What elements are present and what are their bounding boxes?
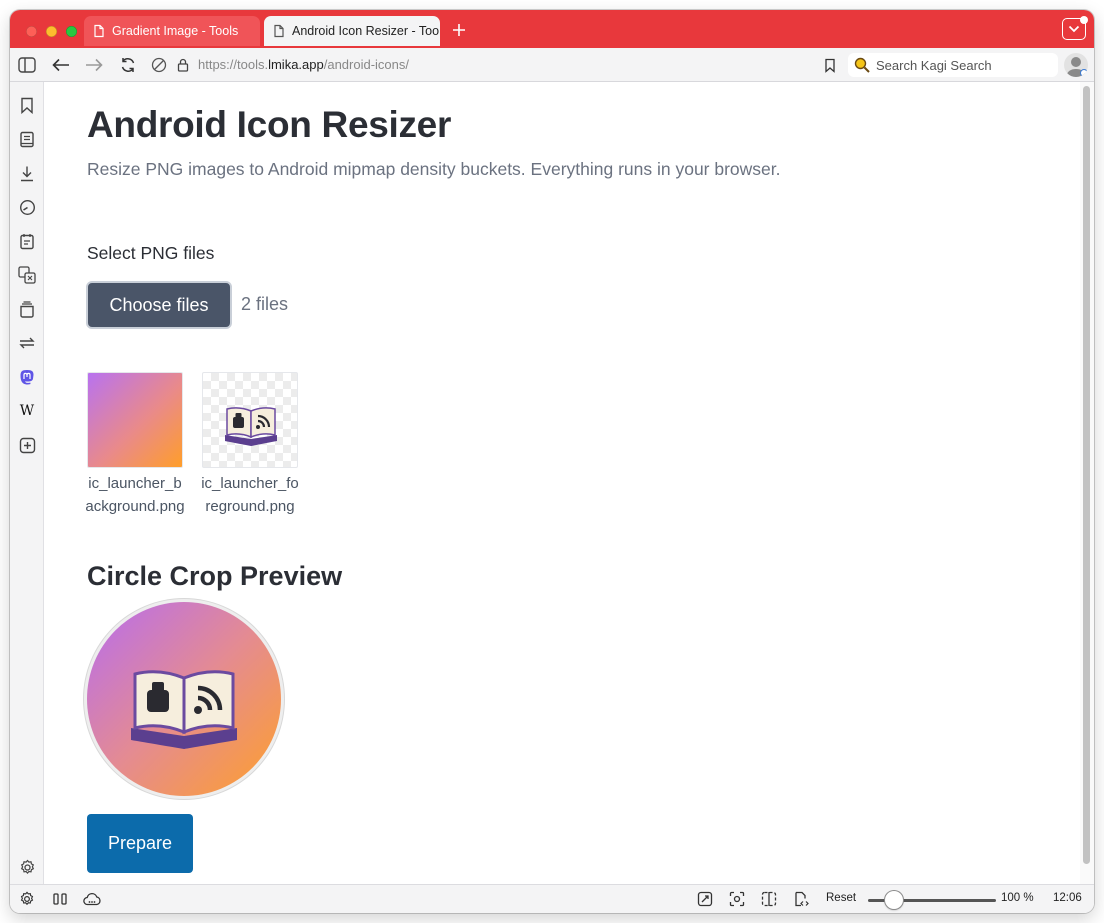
cloud-sync-icon[interactable] [83,890,101,908]
page-icon [94,24,104,38]
reload-icon[interactable] [118,55,138,75]
zoom-level: 100 % [1001,892,1034,904]
page-content: Android Icon Resizer Resize PNG images t… [45,82,1094,884]
minimize-window-button[interactable] [46,26,57,37]
notes-icon[interactable] [17,231,37,251]
bookmark-page-icon[interactable] [820,55,840,75]
forward-icon[interactable] [84,55,104,75]
translate-icon[interactable] [17,265,37,285]
history-icon[interactable] [17,197,37,217]
screenshot-icon[interactable] [728,890,746,908]
search-field[interactable]: Search Kagi Search [848,53,1058,77]
bookmark-icon[interactable] [17,95,37,115]
notification-dot [1080,16,1088,24]
foreground-thumbnail [202,372,298,468]
panel-toggle-icon[interactable] [17,55,37,75]
wikipedia-icon[interactable]: W [17,401,37,421]
settings-icon[interactable] [17,857,37,877]
search-placeholder: Search Kagi Search [876,57,992,73]
address-toolbar: https://tools.lmika.app/android-icons/ S… [10,48,1094,82]
lock-icon[interactable] [173,55,193,75]
tab-bar: Gradient Image - Tools Android Icon Resi… [10,10,1094,48]
plus-icon [453,24,465,36]
add-panel-icon[interactable] [17,435,37,455]
scrollbar-thumb[interactable] [1083,86,1090,864]
page-actions-icon[interactable] [792,890,810,908]
background-thumbnail [87,372,183,468]
side-panel: W [10,82,44,884]
prepare-button[interactable]: Prepare [87,814,193,873]
close-window-button[interactable] [26,26,37,37]
zoom-slider-handle[interactable] [884,891,903,909]
download-icon[interactable] [17,163,37,183]
choose-files-button[interactable]: Choose files [86,281,232,329]
file-count-text: 2 files [241,294,289,314]
tab-gradient-image[interactable]: Gradient Image - Tools [84,16,260,46]
profile-avatar[interactable] [1064,53,1088,77]
chevron-down-icon [1068,25,1080,33]
preview-heading: Circle Crop Preview [87,561,343,591]
tile-panels-icon[interactable] [51,890,69,908]
mastodon-icon[interactable] [17,367,37,387]
page-tiling-icon[interactable] [760,890,778,908]
browser-window: Gradient Image - Tools Android Icon Resi… [10,10,1094,913]
file-input-label: Select PNG files [87,243,215,263]
vertical-scrollbar[interactable] [1080,82,1094,884]
page-subtitle: Resize PNG images to Android mipmap dens… [87,159,781,179]
address-field[interactable]: https://tools.lmika.app/android-icons/ [198,57,409,72]
foreground-file-name: ic_launcher_foreground.png [201,475,299,515]
status-bar: Reset 100 % 12:06 [10,884,1094,913]
sync-icon[interactable] [17,333,37,353]
book-icon [225,407,277,446]
tab-label: Android Icon Resizer - Too [292,24,440,38]
kagi-search-icon [854,57,870,73]
capture-icon[interactable] [696,890,714,908]
back-icon[interactable] [51,55,71,75]
tracker-blocker-icon[interactable] [149,55,169,75]
page-icon [274,24,284,38]
circle-crop-preview [87,602,281,796]
window-panel-icon[interactable] [17,299,37,319]
page-title: Android Icon Resizer [87,104,452,145]
maximize-window-button[interactable] [66,26,77,37]
tab-label: Gradient Image - Tools [112,24,239,38]
clock: 12:06 [1053,892,1082,904]
background-file-name: ic_launcher_background.png [85,475,185,515]
book-icon [131,670,237,749]
zoom-reset-button[interactable]: Reset [826,892,856,904]
reading-list-icon[interactable] [17,129,37,149]
settings-icon[interactable] [18,890,36,908]
new-tab-button[interactable] [448,19,470,42]
tab-android-icon-resizer[interactable]: Android Icon Resizer - Too [264,16,440,46]
